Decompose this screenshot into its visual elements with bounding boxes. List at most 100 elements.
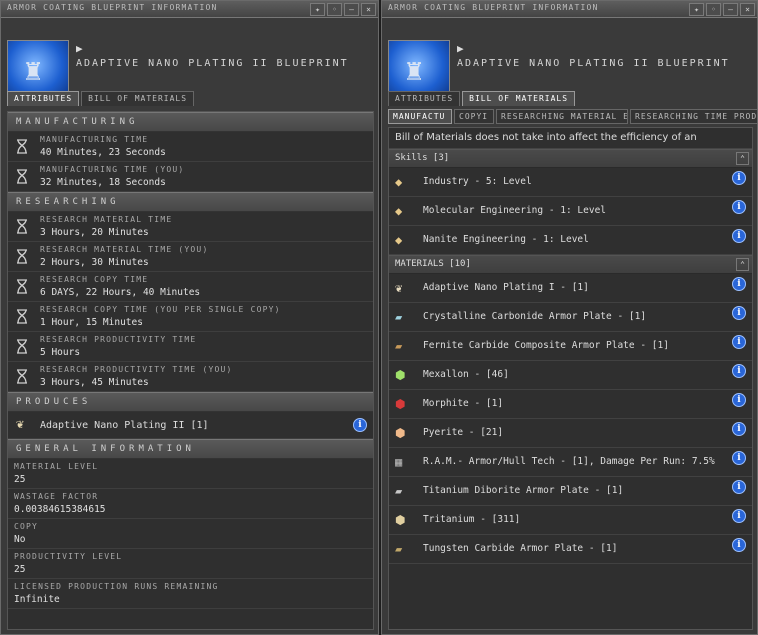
section-researching[interactable]: RESEARCHING bbox=[8, 192, 373, 212]
info-icon[interactable]: i bbox=[732, 335, 746, 349]
subtab-copying[interactable]: COPYI bbox=[454, 109, 494, 124]
material-row[interactable]: ⬢ Mexallon - [46] i bbox=[389, 361, 752, 390]
attr-value: 6 DAYS, 22 Hours, 40 Minutes bbox=[40, 287, 201, 298]
material-text: Titanium Diborite Armor Plate - [1] bbox=[423, 485, 624, 496]
pin-icon[interactable]: ✦ bbox=[689, 3, 704, 16]
info-icon[interactable]: i bbox=[732, 364, 746, 378]
info-icon[interactable]: i bbox=[732, 229, 746, 243]
attr-label: MANUFACTURING TIME bbox=[40, 135, 149, 144]
info-icon[interactable]: i bbox=[732, 171, 746, 185]
minimize-icon[interactable]: – bbox=[723, 3, 738, 16]
material-row[interactable]: ▰ Tungsten Carbide Armor Plate - [1] i bbox=[389, 535, 752, 564]
hourglass-icon bbox=[17, 369, 27, 384]
skill-row[interactable]: ◆ Industry - 5: Level i bbox=[389, 168, 752, 197]
info-icon[interactable]: i bbox=[732, 538, 746, 552]
tab-bill-of-materials[interactable]: BILL OF MATERIALS bbox=[462, 91, 576, 106]
skills-header-label: Skills [3] bbox=[395, 153, 450, 163]
pin-icon[interactable]: ✦ bbox=[310, 3, 325, 16]
skill-text: Industry - 5: Level bbox=[423, 176, 532, 187]
info-icon[interactable]: i bbox=[732, 480, 746, 494]
armor-plating-icon: ❦ bbox=[395, 281, 403, 295]
skill-row[interactable]: ◆ Molecular Engineering - 1: Level i bbox=[389, 197, 752, 226]
show-info-arrow-icon[interactable]: ▶ bbox=[457, 42, 464, 55]
options-icon[interactable]: ◦ bbox=[706, 3, 721, 16]
info-icon[interactable]: i bbox=[732, 393, 746, 407]
collapse-icon[interactable]: ⌃ bbox=[736, 258, 749, 271]
material-row[interactable]: ▦ R.A.M.- Armor/Hull Tech - [1], Damage … bbox=[389, 448, 752, 477]
general-label: COPY bbox=[14, 522, 39, 531]
material-text: R.A.M.- Armor/Hull Tech - [1], Damage Pe… bbox=[423, 456, 715, 467]
general-value: 25 bbox=[14, 474, 26, 485]
material-row[interactable]: ⬢ Morphite - [1] i bbox=[389, 390, 752, 419]
subtab-researching-material[interactable]: RESEARCHING MATERIAL EI bbox=[496, 109, 628, 124]
close-icon[interactable]: × bbox=[361, 3, 376, 16]
attributes-panel: MANUFACTURING MANUFACTURING TIME 40 Minu… bbox=[7, 111, 374, 630]
blueprint-header: ♜ ▶ ADAPTIVE NANO PLATING II BLUEPRINT bbox=[382, 18, 757, 102]
info-icon[interactable]: i bbox=[732, 451, 746, 465]
skills-group-header[interactable]: Skills [3] ⌃ bbox=[389, 149, 752, 168]
info-icon[interactable]: i bbox=[732, 277, 746, 291]
ram-tech-icon: ▦ bbox=[395, 455, 403, 469]
window-titlebar[interactable]: ARMOR COATING BLUEPRINT INFORMATION ✦ ◦ … bbox=[1, 1, 378, 18]
material-text: Mexallon - [46] bbox=[423, 369, 509, 380]
produces-item[interactable]: ❦ Adaptive Nano Plating II [1] i bbox=[8, 412, 373, 439]
info-icon[interactable]: i bbox=[732, 306, 746, 320]
blueprint-header: ♜ ▶ ADAPTIVE NANO PLATING II BLUEPRINT bbox=[1, 18, 378, 102]
subtab-researching-time[interactable]: RESEARCHING TIME PROD bbox=[630, 109, 757, 124]
attr-label: RESEARCH PRODUCTIVITY TIME (YOU) bbox=[40, 365, 233, 374]
material-row[interactable]: ▰ Titanium Diborite Armor Plate - [1] i bbox=[389, 477, 752, 506]
window-title: ARMOR COATING BLUEPRINT INFORMATION bbox=[7, 3, 218, 12]
material-row[interactable]: ❦ Adaptive Nano Plating I - [1] i bbox=[389, 274, 752, 303]
minimize-icon[interactable]: – bbox=[344, 3, 359, 16]
attr-row: RESEARCH COPY TIME (YOU PER SINGLE COPY)… bbox=[8, 302, 373, 332]
hourglass-icon bbox=[17, 169, 27, 184]
tab-bill-of-materials[interactable]: BILL OF MATERIALS bbox=[81, 91, 195, 106]
general-row: PRODUCTIVITY LEVEL 25 bbox=[8, 549, 373, 579]
collapse-icon[interactable]: ⌃ bbox=[736, 152, 749, 165]
skill-book-icon: ◆ bbox=[395, 204, 403, 218]
section-produces[interactable]: PRODUCES bbox=[8, 392, 373, 412]
material-text: Adaptive Nano Plating I - [1] bbox=[423, 282, 589, 293]
close-icon[interactable]: × bbox=[740, 3, 755, 16]
window-title: ARMOR COATING BLUEPRINT INFORMATION bbox=[388, 3, 599, 12]
general-label: LICENSED PRODUCTION RUNS REMAINING bbox=[14, 582, 219, 591]
materials-group-header[interactable]: MATERIALS [10] ⌃ bbox=[389, 255, 752, 274]
material-row[interactable]: ▰ Crystalline Carbonide Armor Plate - [1… bbox=[389, 303, 752, 332]
blueprint-name: ADAPTIVE NANO PLATING II BLUEPRINT bbox=[76, 58, 349, 69]
material-text: Morphite - [1] bbox=[423, 398, 504, 409]
hourglass-icon bbox=[17, 279, 27, 294]
info-icon[interactable]: i bbox=[732, 422, 746, 436]
attr-row: MANUFACTURING TIME 40 Minutes, 23 Second… bbox=[8, 132, 373, 162]
skill-row[interactable]: ◆ Nanite Engineering - 1: Level i bbox=[389, 226, 752, 255]
skill-text: Nanite Engineering - 1: Level bbox=[423, 234, 589, 245]
attr-row: RESEARCH PRODUCTIVITY TIME 5 Hours bbox=[8, 332, 373, 362]
material-row[interactable]: ⬢ Tritanium - [311] i bbox=[389, 506, 752, 535]
tab-attributes[interactable]: ATTRIBUTES bbox=[7, 91, 80, 106]
material-row[interactable]: ⬢ Pyerite - [21] i bbox=[389, 419, 752, 448]
info-icon[interactable]: i bbox=[353, 418, 367, 432]
material-text: Tritanium - [311] bbox=[423, 514, 521, 525]
options-icon[interactable]: ◦ bbox=[327, 3, 342, 16]
plate-icon: ▰ bbox=[395, 542, 403, 556]
subtab-manufacturing[interactable]: MANUFACTU bbox=[388, 109, 452, 124]
info-icon[interactable]: i bbox=[732, 200, 746, 214]
attr-row: RESEARCH MATERIAL TIME (YOU) 2 Hours, 30… bbox=[8, 242, 373, 272]
material-row[interactable]: ▰ Fernite Carbide Composite Armor Plate … bbox=[389, 332, 752, 361]
attr-label: RESEARCH COPY TIME (YOU PER SINGLE COPY) bbox=[40, 305, 281, 314]
show-info-arrow-icon[interactable]: ▶ bbox=[76, 42, 83, 55]
attr-label: MANUFACTURING TIME (YOU) bbox=[40, 165, 185, 174]
attr-row: RESEARCH PRODUCTIVITY TIME (YOU) 3 Hours… bbox=[8, 362, 373, 392]
produces-text: Adaptive Nano Plating II [1] bbox=[40, 420, 209, 431]
section-general-information[interactable]: GENERAL INFORMATION bbox=[8, 439, 373, 459]
tab-attributes[interactable]: ATTRIBUTES bbox=[388, 91, 461, 106]
section-manufacturing[interactable]: MANUFACTURING bbox=[8, 112, 373, 132]
general-row: MATERIAL LEVEL 25 bbox=[8, 459, 373, 489]
mineral-icon: ⬢ bbox=[395, 397, 406, 411]
blueprint-info-window-left: ARMOR COATING BLUEPRINT INFORMATION ✦ ◦ … bbox=[0, 0, 379, 635]
plate-icon: ▰ bbox=[395, 339, 403, 353]
window-titlebar[interactable]: ARMOR COATING BLUEPRINT INFORMATION ✦ ◦ … bbox=[382, 1, 757, 18]
mineral-icon: ⬢ bbox=[395, 426, 406, 440]
material-text: Tungsten Carbide Armor Plate - [1] bbox=[423, 543, 618, 554]
attr-row: RESEARCH COPY TIME 6 DAYS, 22 Hours, 40 … bbox=[8, 272, 373, 302]
info-icon[interactable]: i bbox=[732, 509, 746, 523]
